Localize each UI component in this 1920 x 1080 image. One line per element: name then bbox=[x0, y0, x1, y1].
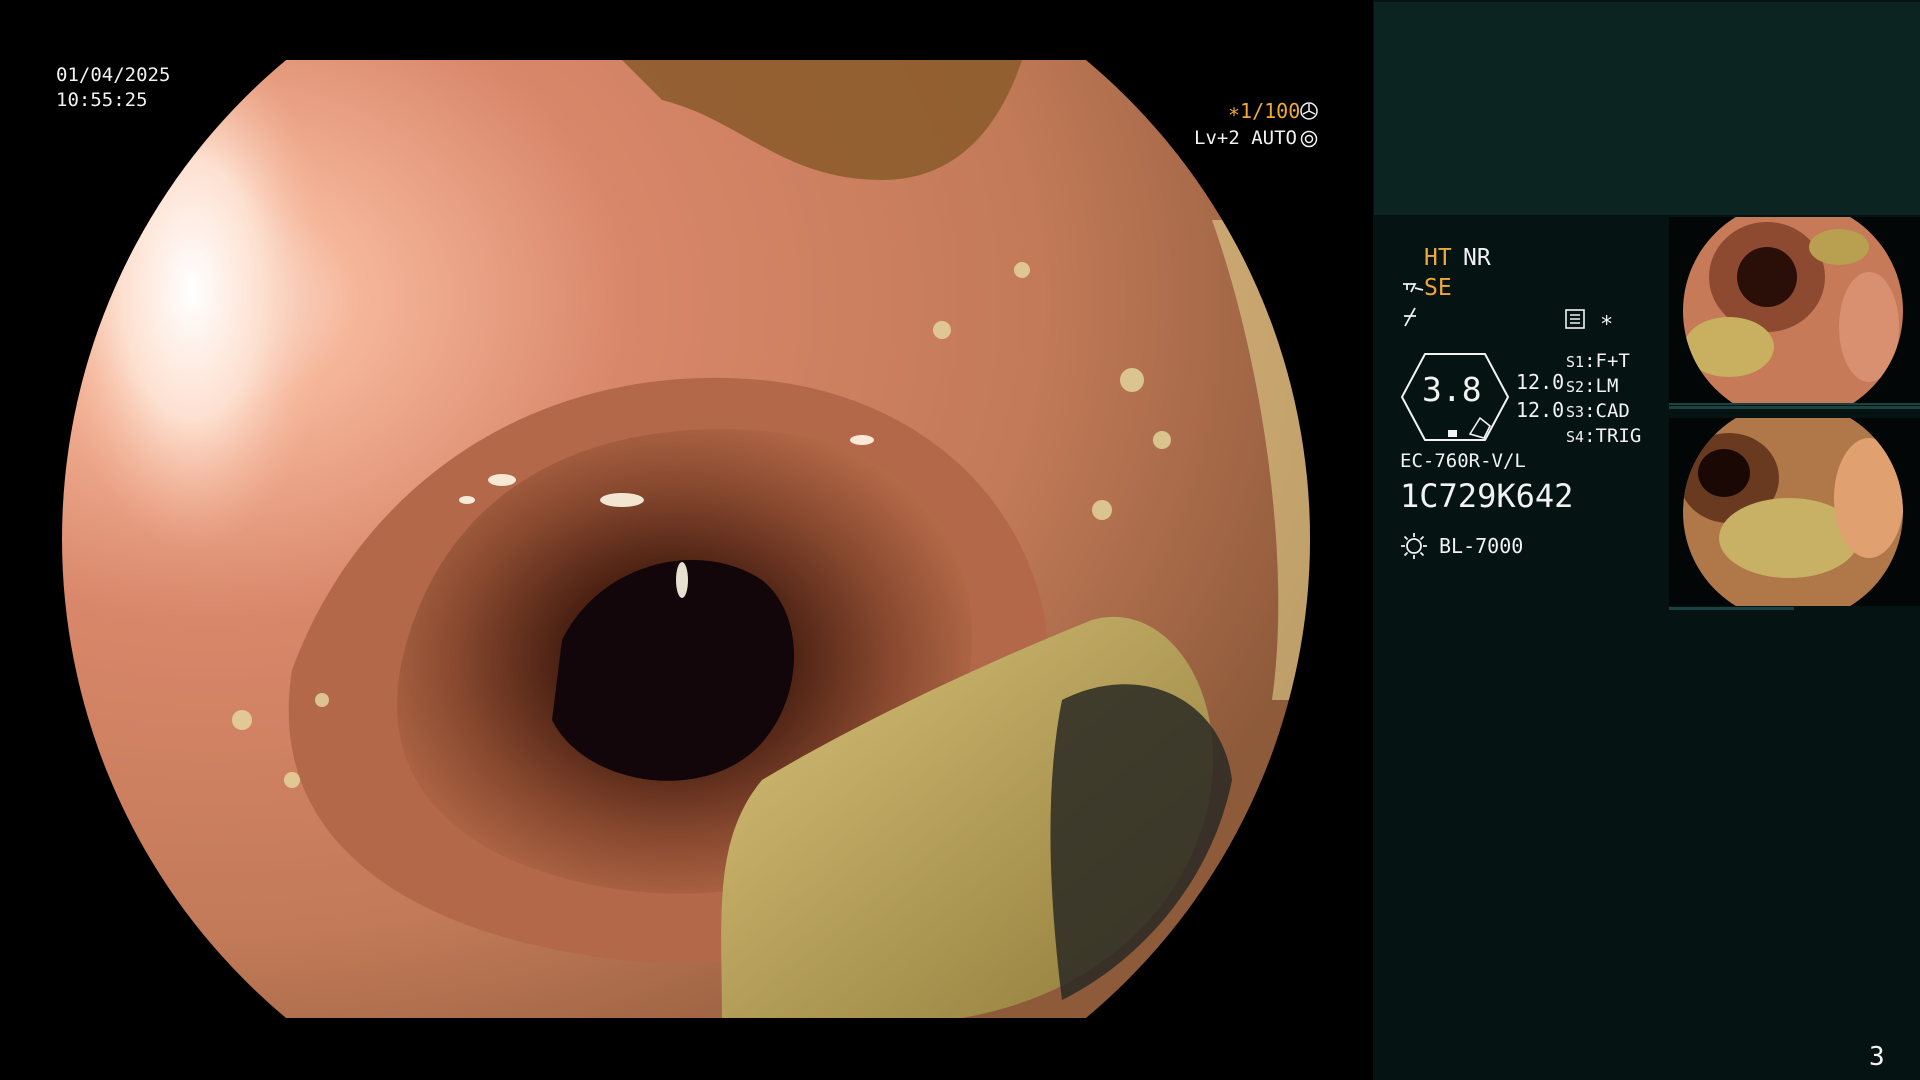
shutter-value: 1/100 bbox=[1240, 99, 1301, 123]
value-1: 12.0 bbox=[1516, 370, 1565, 394]
scope-value: 3.8 bbox=[1422, 370, 1482, 409]
nr-label: NR bbox=[1463, 245, 1491, 271]
switch-value: LM bbox=[1595, 375, 1619, 397]
scope-settings-icon bbox=[1300, 130, 1318, 148]
switch-key: S4 bbox=[1566, 428, 1585, 446]
se-prefix-icon bbox=[1403, 283, 1424, 293]
star-indicator: ∗ bbox=[1600, 308, 1614, 333]
switch-sep: : bbox=[1584, 375, 1596, 397]
switch-row: S3:CAD bbox=[1566, 402, 1630, 421]
ht-label: HT bbox=[1424, 245, 1452, 271]
switch-value: TRIG bbox=[1595, 425, 1642, 447]
memory-icon bbox=[1565, 309, 1585, 329]
switch-value: F+T bbox=[1595, 350, 1630, 372]
exam-time: 10:55:25 bbox=[56, 89, 148, 111]
switch-row: S2:LM bbox=[1566, 377, 1618, 396]
switch-value: CAD bbox=[1595, 400, 1630, 422]
scope-model: EC-760R-V/L bbox=[1400, 450, 1526, 472]
switch-key: S1 bbox=[1566, 353, 1585, 371]
switch-key: S3 bbox=[1566, 403, 1585, 421]
slash-icon bbox=[1404, 307, 1416, 327]
shutter-star: ∗ bbox=[1228, 99, 1241, 123]
capture-thumbnail[interactable] bbox=[1669, 217, 1920, 405]
page-number: 3 bbox=[1869, 1042, 1885, 1072]
switch-row: S1:F+T bbox=[1566, 352, 1630, 371]
switch-key: S2 bbox=[1566, 378, 1585, 396]
scope-serial: 1C729K642 bbox=[1400, 477, 1574, 515]
switch-sep: : bbox=[1584, 400, 1596, 422]
thumbnail-divider bbox=[1669, 406, 1920, 409]
info-panel-header bbox=[1374, 2, 1920, 215]
exam-date: 01/04/2025 bbox=[56, 64, 171, 86]
endoscope-live-view bbox=[62, 60, 1310, 1018]
light-source: BL-7000 bbox=[1439, 534, 1524, 558]
capture-thumbnail[interactable] bbox=[1669, 418, 1920, 606]
thumbnail-divider bbox=[1669, 607, 1794, 610]
switch-sep: : bbox=[1584, 350, 1596, 372]
se-label: SE bbox=[1424, 275, 1452, 301]
shutter-speed: ∗1/100 bbox=[1228, 101, 1300, 121]
sun-icon bbox=[1401, 533, 1427, 559]
value-2: 12.0 bbox=[1516, 398, 1565, 422]
switch-row: S4:TRIG bbox=[1566, 427, 1641, 446]
fan-icon bbox=[1300, 102, 1318, 120]
light-level: Lv+2 AUTO bbox=[1194, 127, 1297, 149]
switch-sep: : bbox=[1584, 425, 1596, 447]
